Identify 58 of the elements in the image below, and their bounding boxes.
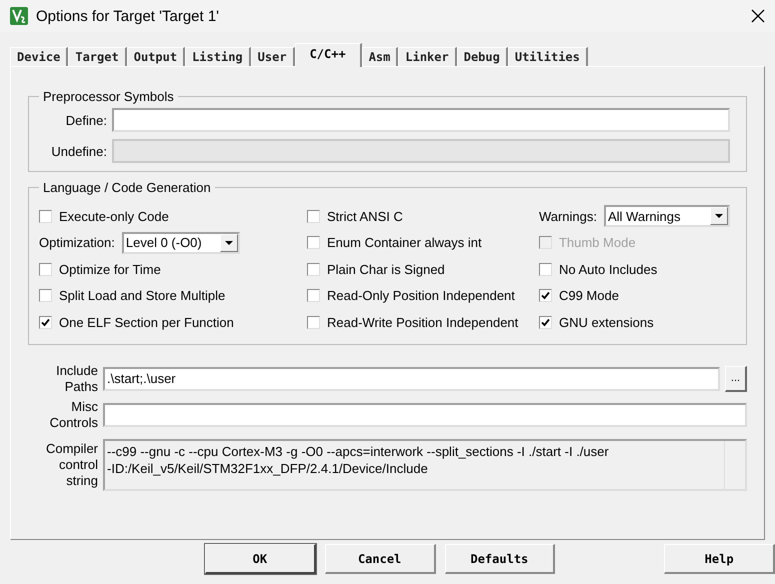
field-label: Misc Controls (48, 398, 98, 430)
dialog-button[interactable]: Help (664, 544, 775, 574)
checkbox-label: Execute-only Code (59, 208, 169, 224)
dialog-button[interactable]: Defaults (444, 544, 556, 574)
tab[interactable]: Asm (362, 47, 398, 66)
field-label: Define: (64, 112, 107, 128)
dialog-button[interactable]: OK (205, 544, 316, 574)
checkbox-label: Optimize for Time (59, 262, 161, 277)
checkbox-label: Read-Only Position Independent (327, 288, 515, 304)
checkbox-label: One ELF Section per Function (59, 314, 234, 330)
group-title: Language / Code Generation (42, 180, 212, 195)
checkbox-label: Enum Container always int (327, 235, 482, 250)
dropdown[interactable]: All Warnings (604, 205, 730, 228)
input-field[interactable] (112, 108, 730, 132)
checkbox-label: C99 Mode (558, 288, 619, 304)
checkbox[interactable] (307, 236, 320, 250)
checkbox-label: Split Load and Store Multiple (59, 288, 226, 304)
field-label: Compiler control string (44, 440, 98, 488)
checkbox[interactable] (39, 210, 52, 223)
tab[interactable]: Listing (185, 47, 251, 66)
window-title: Options for Target 'Target 1' (36, 8, 220, 24)
tab[interactable]: Utilities (508, 47, 588, 66)
checkbox-label: No Auto Includes (558, 262, 658, 277)
app-logo-icon (10, 7, 28, 25)
tab[interactable]: User (250, 47, 295, 66)
checkbox[interactable] (538, 316, 552, 329)
checkbox[interactable] (538, 289, 552, 302)
tab[interactable]: Target (68, 47, 127, 66)
checkbox-label: GNU extensions (558, 314, 654, 330)
field-label: Undefine: (50, 144, 107, 158)
select-label: Optimization: (39, 235, 115, 250)
input-field[interactable]: .\start;.\user (103, 366, 720, 390)
checkbox[interactable] (39, 289, 52, 302)
checkbox-label: Read-Write Position Independent (327, 314, 518, 330)
dropdown[interactable]: Level 0 (-O0) (122, 232, 240, 254)
checkbox[interactable] (307, 210, 320, 223)
select-label: Warnings: (538, 208, 597, 224)
tab[interactable]: Debug (456, 47, 508, 66)
checkbox-label: Plain Char is Signed (327, 262, 445, 277)
checkbox[interactable] (307, 289, 320, 302)
checkbox[interactable] (39, 262, 52, 276)
checkbox[interactable] (307, 316, 320, 329)
close-icon[interactable] (751, 9, 765, 23)
tab[interactable]: Device (10, 47, 68, 66)
checkbox-label: Strict ANSI C (327, 208, 403, 224)
browse-button[interactable]: ... (725, 366, 747, 392)
tab[interactable]: C/C++ (294, 43, 362, 67)
dialog-button[interactable]: Cancel (324, 544, 436, 574)
tab[interactable]: Linker (398, 47, 457, 66)
tab[interactable]: Output (126, 47, 186, 66)
checkbox-label: Thumb Mode (558, 235, 636, 250)
checkbox[interactable] (538, 262, 552, 276)
group-title: Preprocessor Symbols (42, 89, 175, 104)
field-label: Include Paths (55, 362, 98, 394)
checkbox[interactable] (39, 316, 52, 329)
input-field[interactable] (103, 402, 747, 426)
text-area[interactable]: --c99 --gnu -c --cpu Cortex-M3 -g -O0 --apcs=interwork --split_sections -I ./start -I ./user -ID:/Keil_v5/Keil/STM32F1xx_DFP/2.4.1/Device/Include (103, 438, 747, 490)
checkbox[interactable] (307, 262, 320, 276)
